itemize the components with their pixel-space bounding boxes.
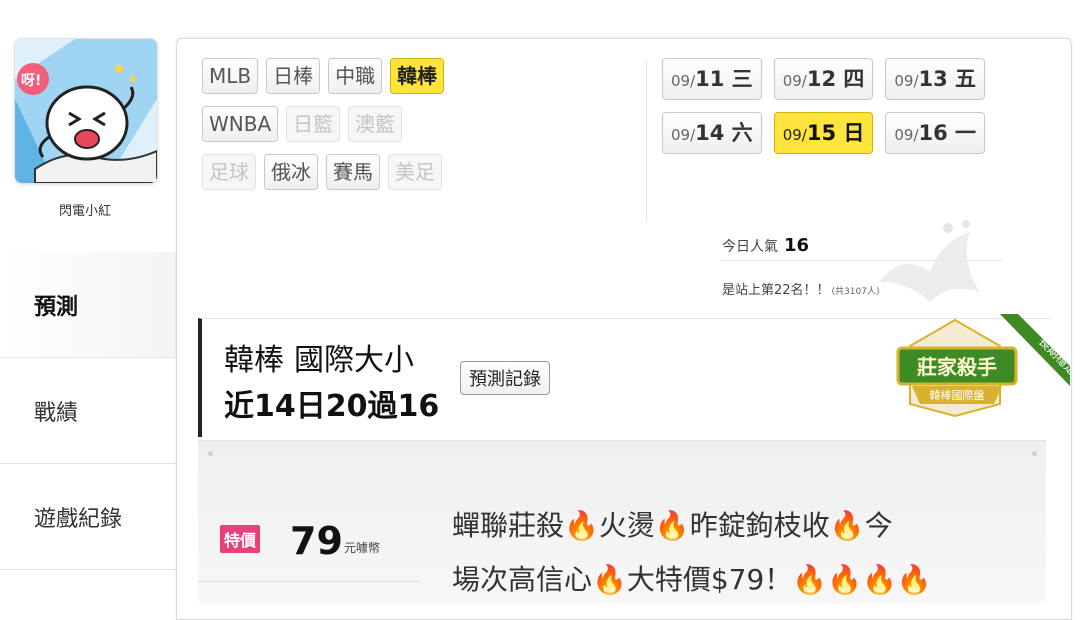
description-line: 蟬聯莊殺🔥火燙🔥昨錠鉤枝收🔥今 (452, 509, 893, 542)
sport-chip-nfl: 美足 (388, 154, 442, 190)
date-month: 09/ (782, 126, 807, 144)
date-day: 16 一 (918, 121, 977, 145)
price-unit: 元噱幣 (344, 541, 381, 555)
popularity-rank: 是站上第22名！！ (共3107人) (722, 279, 1002, 298)
avatar-image: 呀! (15, 39, 157, 183)
sport-chip-khl[interactable]: 俄冰 (264, 154, 318, 190)
sport-selector: MLB 日棒 中職 韓棒 WNBA 日籃 澳籃 足球 俄冰 賽馬 美足 (202, 58, 642, 202)
sport-chip-kbo[interactable]: 韓棒 (390, 58, 445, 94)
date-button-0913[interactable]: 09/13 五 (885, 58, 986, 100)
sport-chip-cpbl[interactable]: 中職 (328, 58, 383, 94)
popularity-today: 今日人氣 16 (722, 232, 1002, 261)
prediction-title: 韓棒 國際大小 (224, 335, 414, 379)
svg-text:呀!: 呀! (21, 73, 41, 89)
sport-chip-horse-racing[interactable]: 賽馬 (326, 154, 380, 190)
sport-chip-soccer: 足球 (202, 154, 256, 190)
sport-chip-mlb[interactable]: MLB (202, 58, 259, 94)
date-row: 09/11 三 09/12 四 09/13 五 (662, 58, 1052, 100)
date-day: 12 四 (806, 67, 865, 91)
username: 閃電小紅 (58, 204, 111, 219)
date-month: 09/ (671, 72, 696, 90)
date-day: 14 六 (695, 121, 753, 145)
rank-text: 是站上第22名！！ (722, 283, 830, 298)
date-button-0912[interactable]: 09/12 四 (773, 58, 874, 100)
prediction-league: 韓棒 (224, 343, 284, 378)
sidebar-item-record[interactable]: 戰績 (0, 358, 176, 464)
vertical-divider (646, 60, 647, 222)
screw-dot (208, 451, 213, 456)
sport-chip-npb[interactable]: 日棒 (266, 58, 321, 94)
sport-row: MLB 日棒 中職 韓棒 (202, 58, 642, 94)
date-row: 09/14 六 09/15 日 09/16 一 (662, 112, 1052, 154)
sport-chip-australia-basketball: 澳籃 (348, 106, 403, 142)
special-price-tag: 特價 (220, 525, 261, 553)
date-month: 09/ (894, 126, 919, 144)
prediction-record: 近14日20過16 (224, 389, 440, 424)
date-month: 09/ (671, 126, 696, 144)
sidebar-item-game-history[interactable]: 遊戲紀錄 (0, 464, 176, 570)
date-selector: 09/11 三 09/12 四 09/13 五 09/14 六 09/15 日 … (662, 58, 1052, 166)
date-day: 15 日 (806, 121, 865, 145)
price-divider (198, 581, 420, 582)
prediction-market: 國際大小 (294, 343, 414, 378)
prediction-history-button[interactable]: 預測記錄 (460, 361, 550, 395)
date-month: 09/ (894, 72, 919, 90)
sidebar-item-prediction[interactable]: 預測 (0, 252, 176, 358)
prediction-description: 蟬聯莊殺🔥火燙🔥昨錠鉤枝收🔥今 場次高信心🔥大特價$79！🔥🔥🔥🔥 (452, 499, 1012, 607)
badge-title: 莊家殺手 (917, 355, 997, 379)
user-avatar[interactable]: 呀! (14, 38, 158, 184)
badge-subtitle: 韓棒國際盤 (930, 388, 985, 402)
description-line: 場次高信心🔥大特價$79！🔥🔥🔥🔥 (452, 563, 932, 596)
popularity-label: 今日人氣 (722, 239, 778, 255)
price-value: 79 (290, 519, 343, 563)
date-month: 09/ (782, 72, 807, 90)
date-button-0916[interactable]: 09/16 一 (885, 112, 986, 154)
sidebar-menu: 預測 戰績 遊戲紀錄 (0, 252, 176, 570)
date-day: 11 三 (695, 67, 753, 91)
date-button-0911[interactable]: 09/11 三 (662, 58, 762, 100)
popularity-panel: 今日人氣 16 是站上第22名！！ (共3107人) (722, 232, 1002, 298)
sport-row: 足球 俄冰 賽馬 美足 (202, 154, 642, 190)
sport-row: WNBA 日籃 澳籃 (202, 106, 642, 142)
price-section: 特價 79 元噱幣 蟬聯莊殺🔥火燙🔥昨錠鉤枝收🔥今 場次高信心🔥大特價$79！🔥… (198, 440, 1046, 603)
popularity-value: 16 (784, 235, 810, 256)
screw-dot (1032, 451, 1037, 456)
date-button-0915[interactable]: 09/15 日 (773, 112, 874, 154)
date-button-0914[interactable]: 09/14 六 (662, 112, 762, 154)
badge-icon: 莊家殺手 韓棒國際盤 長期穩定 (896, 314, 1070, 418)
rank-total: (共3107人) (831, 287, 880, 297)
sport-chip-japan-basketball: 日籃 (286, 106, 341, 142)
date-day: 13 五 (918, 67, 977, 91)
sport-chip-wnba[interactable]: WNBA (202, 106, 279, 142)
